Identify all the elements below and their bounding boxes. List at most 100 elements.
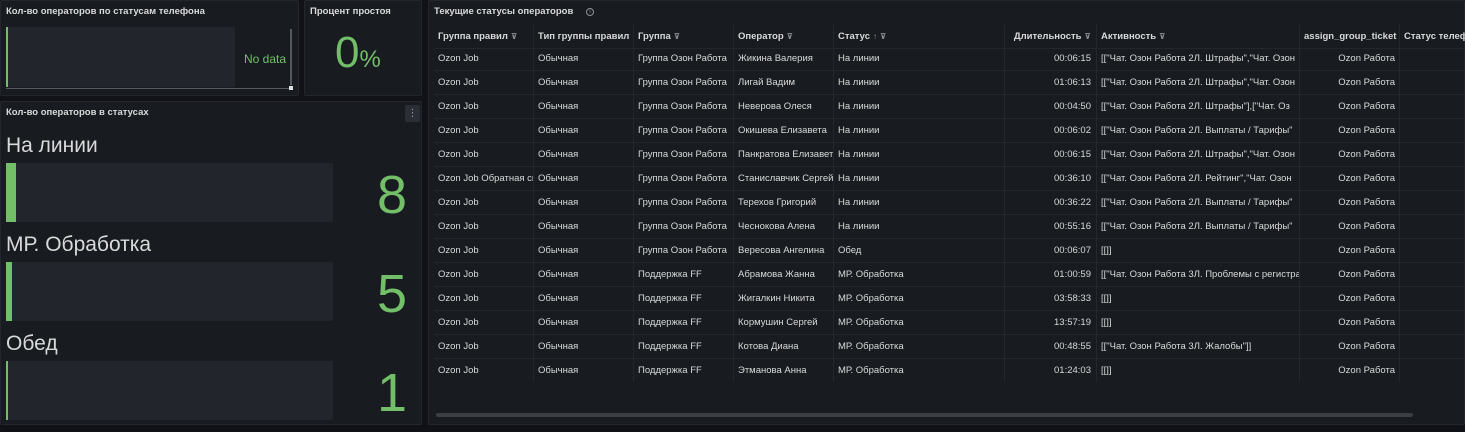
table-cell-activity: [["Чат. Озон Работа 2Л. Штрафы","Чат. Оз… xyxy=(1097,47,1300,71)
table-cell-group: Группа Озон Работа xyxy=(634,119,734,143)
table-cell-assign-group: Ozon Работа xyxy=(1300,359,1400,382)
table-cell-duration: 00:55:16 xyxy=(1005,215,1097,239)
horizontal-scrollbar[interactable] xyxy=(6,88,290,89)
info-icon[interactable]: i xyxy=(586,8,594,16)
table-cell-group: Группа Озон Работа xyxy=(634,95,734,119)
column-header-status[interactable]: Статус ↑ ⊽ xyxy=(834,25,1005,49)
table-cell-assign-group: Ozon Работа xyxy=(1300,311,1400,335)
panel-title[interactable]: Кол-во операторов по статусам телефона xyxy=(6,6,205,17)
table-cell-status: На линии xyxy=(834,191,1005,215)
filter-icon[interactable]: ⊽ xyxy=(880,25,887,48)
status-bar-mr-processing xyxy=(6,262,333,321)
table-cell-phone-status xyxy=(1400,215,1465,239)
table-row[interactable]: Ozon Job Обычная Поддержка FF Жигалкин Ники… xyxy=(434,287,1465,311)
table-row[interactable]: Ozon Job Обычная Группа Озон Работа Чесноко… xyxy=(434,215,1465,239)
status-count-mr-processing: 5 xyxy=(376,264,407,324)
table-row[interactable]: Ozon Job Обычная Группа Озон Работа Жикина … xyxy=(434,47,1465,71)
column-header-assign-group[interactable]: assign_group_ticket⊽ xyxy=(1300,25,1400,49)
status-bar-lunch xyxy=(6,361,333,420)
table-cell-assign-group: Ozon Работа xyxy=(1300,287,1400,311)
panel-title[interactable]: Процент простоя xyxy=(310,6,391,17)
status-count-online: 8 xyxy=(376,165,407,225)
panel-menu-icon[interactable]: ⋮ xyxy=(405,105,420,122)
table-row[interactable]: Ozon Job Обратная связьОбычнаяГруппа Озо… xyxy=(434,167,1465,191)
column-header-operator[interactable]: Оператор ⊽ xyxy=(734,25,834,49)
column-header-group[interactable]: Группа ⊽ xyxy=(634,25,734,49)
status-label-online: На линии xyxy=(6,134,98,157)
table-row[interactable]: Ozon Job Обычная Поддержка FF Этманова Анна… xyxy=(434,359,1465,382)
table-cell-operator: Жигалкин Никита xyxy=(734,287,834,311)
table-cell-phone-status xyxy=(1400,143,1465,167)
table-row[interactable]: Ozon Job Обычная Поддержка FF Котова Диана М… xyxy=(434,335,1465,359)
table-cell-rule-group: Ozon Job xyxy=(434,287,534,311)
column-header-label: Тип группы правил xyxy=(538,31,630,42)
resize-handle[interactable] xyxy=(289,86,293,90)
panel-title[interactable]: Текущие статусы операторов xyxy=(434,6,573,17)
table-cell-status: МР. Обработка xyxy=(834,311,1005,335)
table-cell-rule-group: Ozon Job xyxy=(434,311,534,335)
table-row[interactable]: Ozon Job Обычная Группа Озон Работа Терехов… xyxy=(434,191,1465,215)
table-cell-assign-group: Ozon Работа xyxy=(1300,167,1400,191)
table-cell-status: МР. Обработка xyxy=(834,287,1005,311)
table-cell-operator: Котова Диана xyxy=(734,335,834,359)
table-cell-assign-group: Ozon Работа xyxy=(1300,191,1400,215)
table-row[interactable]: Ozon Job Обычная Группа Озон Работа Вересов… xyxy=(434,239,1465,263)
filter-icon[interactable]: ⊽ xyxy=(674,25,681,48)
table-cell-assign-group: Ozon Работа xyxy=(1300,215,1400,239)
table-row[interactable]: Ozon Job Обычная Группа Озон Работа Панкрат… xyxy=(434,143,1465,167)
table-cell-rule-group-type: Обычная xyxy=(534,167,634,191)
table-row[interactable]: Ozon Job Обычная Поддержка FF Абрамова Жанн… xyxy=(434,263,1465,287)
table-cell-activity: [[]] xyxy=(1097,311,1300,335)
table-cell-assign-group: Ozon Работа xyxy=(1300,239,1400,263)
table-cell-rule-group-type: Обычная xyxy=(534,95,634,119)
column-header-rule-group[interactable]: Группа правил ⊽ xyxy=(434,25,534,49)
table-cell-activity: [["Чат. Озон Работа 3Л. Проблемы с регис… xyxy=(1097,263,1300,287)
table-cell-assign-group: Ozon Работа xyxy=(1300,71,1400,95)
table-cell-operator: Панкратова Елизавета xyxy=(734,143,834,167)
table-cell-assign-group: Ozon Работа xyxy=(1300,143,1400,167)
table-cell-phone-status xyxy=(1400,191,1465,215)
table-cell-rule-group: Ozon Job xyxy=(434,119,534,143)
table-cell-duration: 00:48:55 xyxy=(1005,335,1097,359)
filter-icon[interactable]: ⊽ xyxy=(511,25,518,48)
table-cell-phone-status xyxy=(1400,287,1465,311)
table-cell-activity: [["Чат. Озон Работа 2Л. Штрафы","Чат. Оз… xyxy=(1097,143,1300,167)
table-cell-operator: Окишева Елизавета xyxy=(734,119,834,143)
table-cell-group: Группа Озон Работа xyxy=(634,47,734,71)
filter-icon[interactable]: ⊽ xyxy=(1159,25,1166,48)
table-row[interactable]: Ozon Job Обычная Группа Озон Работа Лигай В… xyxy=(434,71,1465,95)
filter-icon[interactable]: ⊽ xyxy=(787,25,794,48)
table-cell-status: На линии xyxy=(834,215,1005,239)
table-row[interactable]: Ozon Job Обычная Поддержка FF Кормушин Серг… xyxy=(434,311,1465,335)
table-cell-activity: [["Чат. Озон Работа 2Л. Выплаты / Тарифы… xyxy=(1097,191,1300,215)
table-cell-rule-group: Ozon Job xyxy=(434,95,534,119)
column-header-phone-status[interactable]: Статус телефона⊽ xyxy=(1400,25,1465,49)
table-cell-activity: [[]] xyxy=(1097,359,1300,382)
table-cell-phone-status xyxy=(1400,335,1465,359)
table-cell-operator: Вересова Ангелина xyxy=(734,239,834,263)
table-cell-group: Поддержка FF xyxy=(634,359,734,382)
table-cell-status: На линии xyxy=(834,71,1005,95)
horizontal-scrollbar[interactable] xyxy=(436,413,1413,417)
table-cell-operator: Неверова Олеся xyxy=(734,95,834,119)
table-row[interactable]: Ozon Job Обычная Группа Озон Работа Окишева… xyxy=(434,119,1465,143)
table-cell-phone-status xyxy=(1400,359,1465,382)
status-count-lunch: 1 xyxy=(376,363,407,423)
table-cell-assign-group: Ozon Работа xyxy=(1300,95,1400,119)
column-header-rule-group-type[interactable]: Тип группы правил⊽ xyxy=(534,25,634,49)
table-row[interactable]: Ozon Job Обычная Группа Озон Работа Неверов… xyxy=(434,95,1465,119)
table-cell-status: МР. Обработка xyxy=(834,359,1005,382)
table-cell-activity: [["Чат. Озон Работа 2Л. Выплаты / Тарифы… xyxy=(1097,119,1300,143)
panel-title[interactable]: Кол-во операторов в статусах xyxy=(6,107,149,118)
table-cell-activity: [["Чат. Озон Работа 2Л. Штрафы","Чат. Оз… xyxy=(1097,71,1300,95)
column-header-duration[interactable]: Длительность ⊽ xyxy=(1005,25,1097,49)
column-header-activity[interactable]: Активность ⊽ xyxy=(1097,25,1300,49)
table-cell-operator: Этманова Анна xyxy=(734,359,834,382)
vertical-scrollbar[interactable] xyxy=(290,29,292,85)
phone-status-panel: Кол-во операторов по статусам телефона N… xyxy=(0,0,299,96)
filter-icon[interactable]: ⊽ xyxy=(1085,25,1092,48)
table-cell-status: На линии xyxy=(834,47,1005,71)
sort-asc-icon[interactable]: ↑ xyxy=(873,25,877,48)
table-cell-rule-group-type: Обычная xyxy=(534,239,634,263)
table-cell-status: МР. Обработка xyxy=(834,263,1005,287)
